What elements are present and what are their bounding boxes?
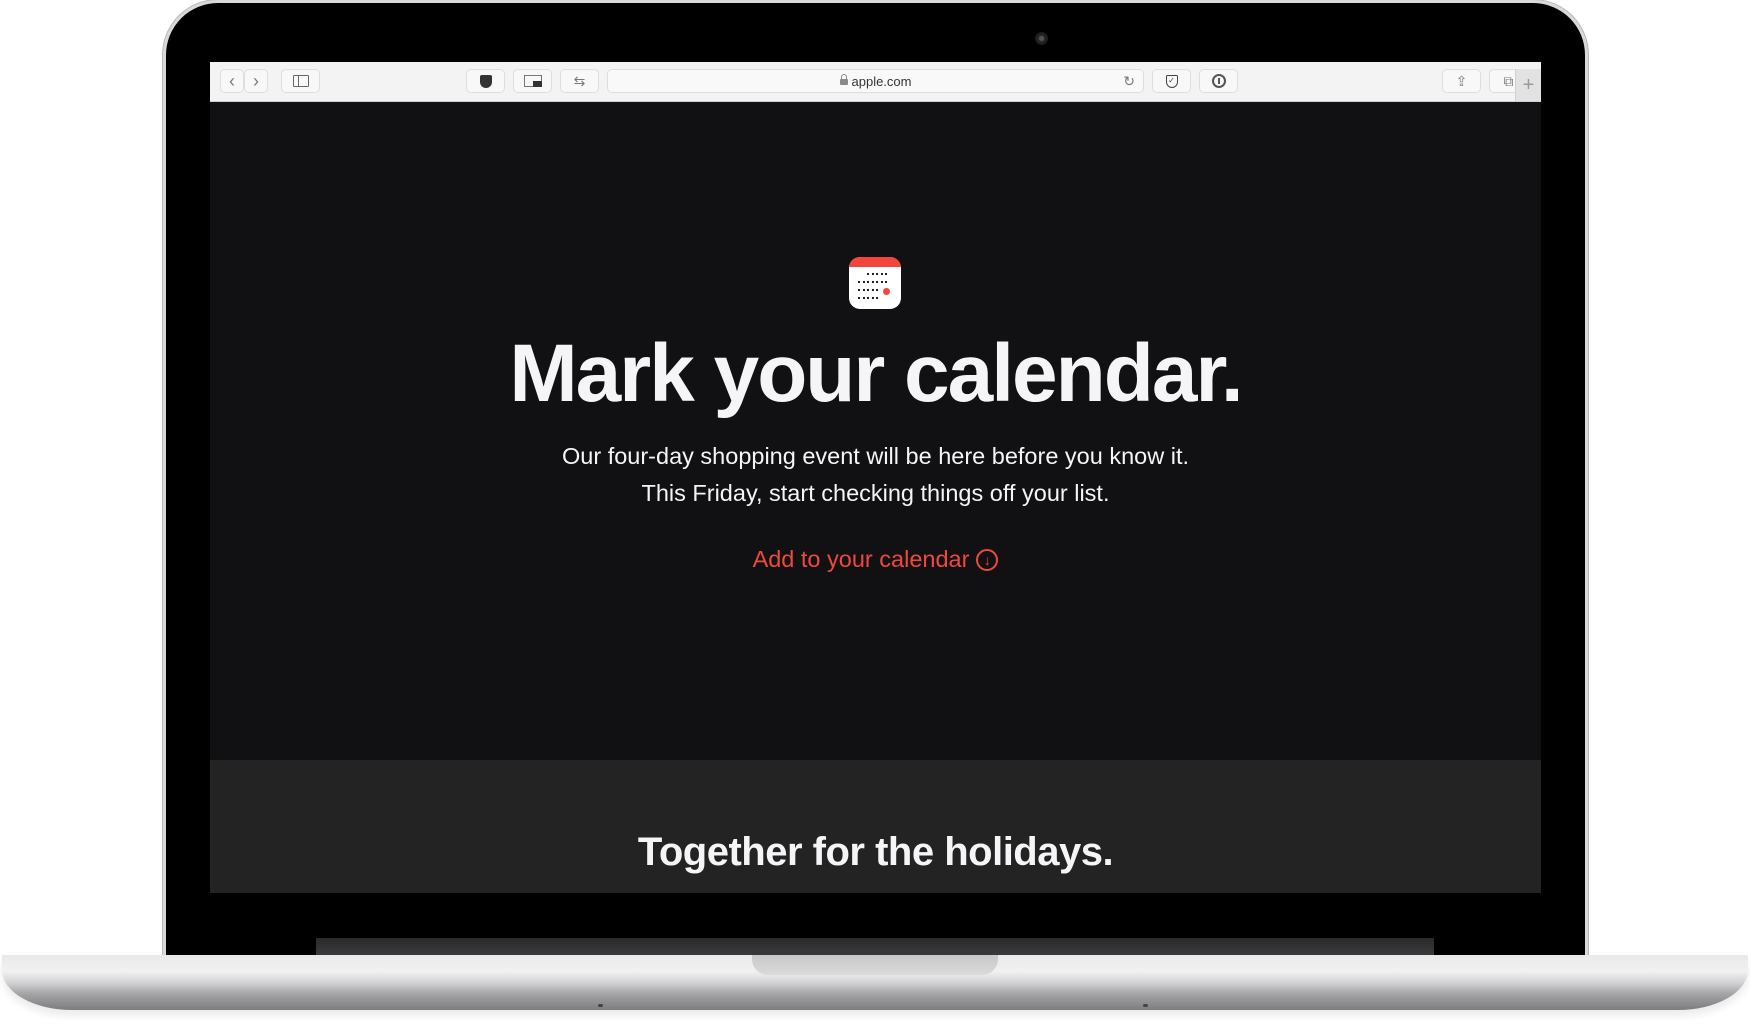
share-icon: ⇪ <box>1455 72 1468 89</box>
browser-window: ‹ › ⇆ apple.com ↻ ✓ ⇪ ⧉ + Mark your cale… <box>210 62 1541 893</box>
calendar-dot <box>871 281 874 283</box>
calendar-dot <box>867 297 869 299</box>
picture-in-picture-button[interactable] <box>513 69 552 93</box>
add-to-calendar-label: Add to your calendar <box>752 546 970 572</box>
calendar-dot <box>876 289 878 291</box>
address-bar[interactable]: apple.com ↻ <box>607 69 1144 93</box>
calendar-dot <box>867 273 869 275</box>
share-button[interactable]: ⇪ <box>1442 69 1481 93</box>
calendar-dot <box>876 281 878 283</box>
calendar-dot <box>885 281 887 283</box>
holidays-heading: Together for the holidays. <box>637 830 1114 874</box>
calendar-dot <box>876 297 878 299</box>
laptop-foot <box>598 1004 603 1007</box>
calendar-dot <box>862 281 865 283</box>
swap-arrows-icon: ⇆ <box>573 72 586 89</box>
calendar-dot <box>867 289 869 291</box>
adguard-shield-icon: ✓ <box>1165 74 1178 88</box>
sidebar-icon <box>292 75 309 87</box>
calendar-dot <box>880 273 883 275</box>
hero-section: Mark your calendar. Our four-day shoppin… <box>210 102 1541 760</box>
sidebar-button[interactable] <box>281 69 320 93</box>
download-circle-icon: ↓ <box>976 548 999 571</box>
calendar-dot <box>871 297 874 299</box>
calendar-dot <box>858 281 860 283</box>
ublock-shield-icon <box>479 74 492 88</box>
new-tab-icon: + <box>1522 73 1535 96</box>
calendar-dot <box>858 297 860 299</box>
url-text: apple.com <box>851 73 912 89</box>
swap-button[interactable]: ⇆ <box>560 69 599 93</box>
calendar-dot <box>858 289 860 291</box>
calendar-icon <box>849 257 901 309</box>
picture-in-picture-icon <box>523 75 542 87</box>
subtext-line-2: This Friday, start checking things off y… <box>641 480 1110 506</box>
forward-button[interactable]: › <box>244 69 268 93</box>
camera-icon <box>1035 32 1048 45</box>
new-tab-button[interactable]: + <box>1515 69 1541 101</box>
calendar-dot <box>876 273 878 275</box>
tabs-overview-icon: ⧉ <box>1503 72 1514 89</box>
add-to-calendar-link[interactable]: Add to your calendar ↓ <box>753 546 999 573</box>
calendar-dot <box>871 273 874 275</box>
ublock-button[interactable] <box>466 69 505 93</box>
lock-icon <box>839 74 848 85</box>
calendar-dot <box>885 273 887 275</box>
laptop-foot <box>1143 1004 1148 1007</box>
holidays-section: Together for the holidays. <box>210 760 1541 893</box>
onepassword-button[interactable] <box>1199 69 1238 93</box>
calendar-dot <box>867 281 869 283</box>
laptop-hinge <box>316 938 1434 955</box>
calendar-dot <box>862 297 865 299</box>
back-icon: ‹ <box>229 70 235 91</box>
hero-subtext: Our four-day shopping event will be here… <box>210 438 1541 512</box>
reload-icon[interactable]: ↻ <box>1123 73 1135 90</box>
back-button[interactable]: ‹ <box>220 69 244 93</box>
calendar-dot <box>862 289 865 291</box>
calendar-dot <box>871 289 874 291</box>
subtext-line-1: Our four-day shopping event will be here… <box>561 443 1190 469</box>
calendar-dot <box>880 281 883 283</box>
browser-toolbar: ‹ › ⇆ apple.com ↻ ✓ ⇪ ⧉ + <box>210 62 1541 102</box>
headline: Mark your calendar. <box>509 328 1243 419</box>
forward-icon: › <box>253 70 259 91</box>
onepassword-icon <box>1211 74 1226 88</box>
laptop-notch <box>752 955 998 975</box>
adguard-button[interactable]: ✓ <box>1152 69 1191 93</box>
